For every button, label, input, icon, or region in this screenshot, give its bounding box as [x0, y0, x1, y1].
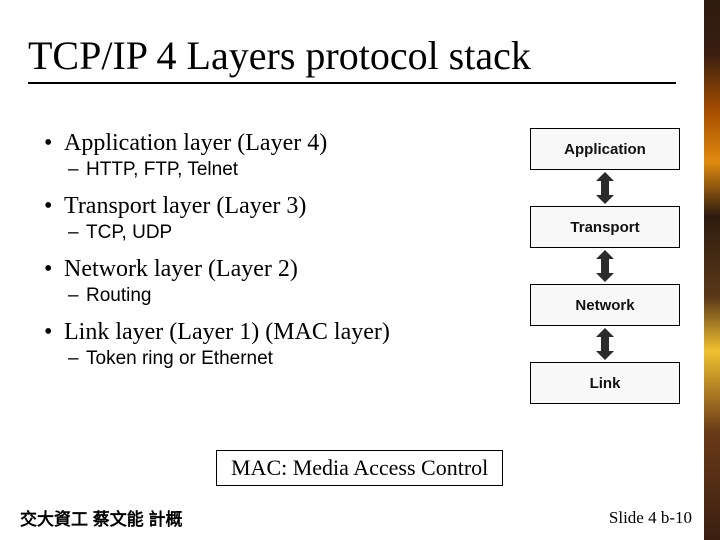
bullet-subitem: TCP, UDP — [68, 222, 470, 244]
stack-box-application: Application — [530, 128, 680, 170]
footer-left: 交大資工 蔡文能 計概 — [20, 505, 182, 530]
double-arrow-icon — [530, 326, 680, 362]
footer-right: Slide 4 b-10 — [609, 508, 692, 528]
bullet-item: Network layer (Layer 2) — [40, 256, 470, 283]
slide-title: TCP/IP 4 Layers protocol stack — [28, 32, 531, 79]
bullet-item: Link layer (Layer 1) (MAC layer) — [40, 319, 470, 346]
stack-box-network: Network — [530, 284, 680, 326]
bullet-subitem: HTTP, FTP, Telnet — [68, 159, 470, 181]
stack-box-transport: Transport — [530, 206, 680, 248]
double-arrow-icon — [530, 170, 680, 206]
bullet-list: Application layer (Layer 4) HTTP, FTP, T… — [40, 120, 470, 382]
bullet-subitem: Routing — [68, 285, 470, 307]
bullet-item: Transport layer (Layer 3) — [40, 193, 470, 220]
layer-stack: Application Transport Network Link — [530, 128, 680, 404]
double-arrow-icon — [530, 248, 680, 284]
bullet-item: Application layer (Layer 4) — [40, 130, 470, 157]
bullet-subitem: Token ring or Ethernet — [68, 348, 470, 370]
slide: TCP/IP 4 Layers protocol stack Applicati… — [0, 0, 720, 540]
mac-note-box: MAC: Media Access Control — [216, 450, 503, 486]
title-underline — [28, 82, 676, 84]
decorative-stripe — [704, 0, 720, 540]
stack-box-link: Link — [530, 362, 680, 404]
